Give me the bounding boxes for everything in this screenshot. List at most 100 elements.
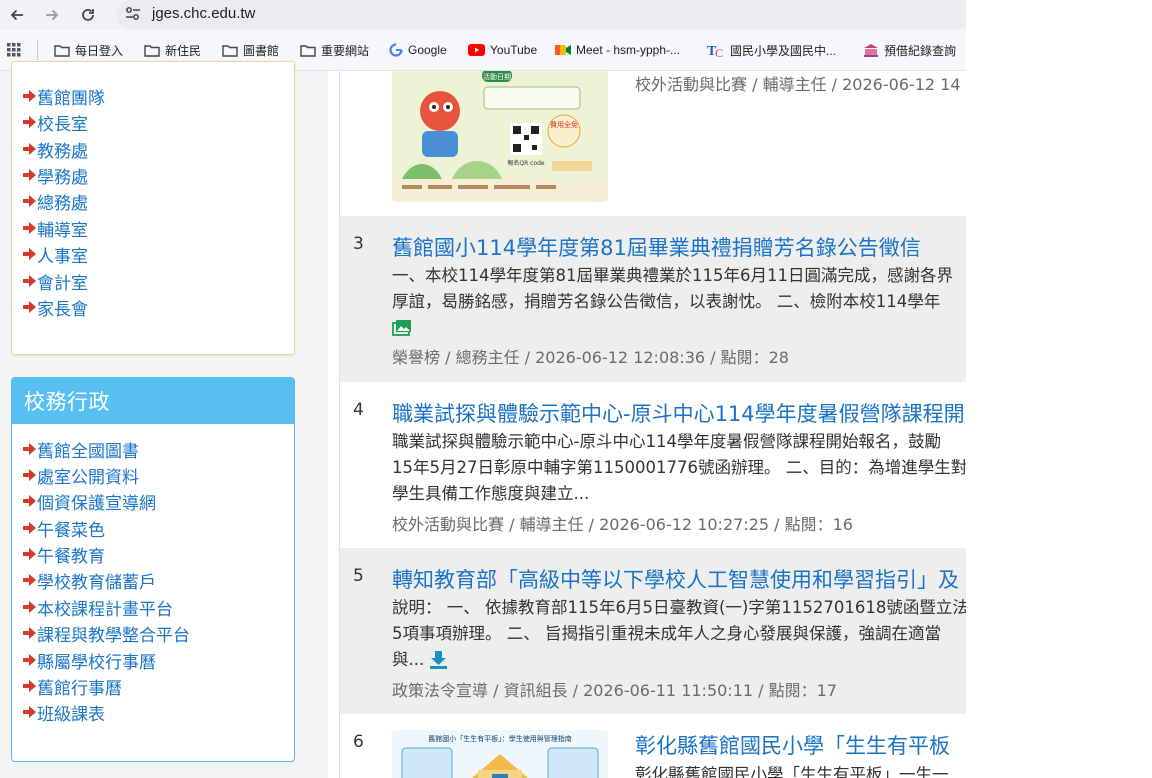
side-link-counseling[interactable]: 輔導室: [23, 215, 88, 241]
side-link-curriculum-plan[interactable]: 本校課程計畫平台: [23, 594, 173, 620]
side-link-county-calendar[interactable]: 縣屬學校行事曆: [23, 647, 156, 673]
bookmark-youtube[interactable]: YouTube: [468, 40, 537, 60]
red-arrow-icon: [23, 522, 36, 534]
news-snippet-line: 說明： 一、 依據教育部115年6月5日臺教資(一)字第1152701618號函…: [392, 598, 966, 617]
address-bar: jges.chc.edu.tw: [0, 0, 966, 30]
link-text: 家長會: [37, 299, 88, 320]
link-text: 校長室: [37, 114, 88, 135]
side-link-personnel[interactable]: 人事室: [23, 241, 88, 267]
reload-button[interactable]: [76, 3, 100, 27]
back-arrow-icon: [10, 9, 23, 21]
red-arrow-icon: [23, 275, 36, 287]
folder-icon: [222, 44, 238, 57]
news-number: 5: [353, 566, 364, 586]
side-link-national-library[interactable]: 舊館全國圖書: [23, 436, 139, 462]
news-snippet-line: 一、本校114學年度第81屆畢業典禮業於115年6月11日圓滿完成，感謝各界: [392, 266, 953, 285]
link-text: 縣屬學校行事曆: [37, 652, 156, 673]
link-text: 處室公開資料: [37, 467, 139, 488]
side-link-savings[interactable]: 學校教育儲蓄戶: [23, 567, 156, 593]
news-title-link[interactable]: 彰化縣舊館國民小學「生生有平板: [635, 730, 950, 760]
bookmark-label: 重要網站: [321, 43, 370, 58]
link-text: 午餐教育: [37, 546, 105, 567]
link-text: 人事室: [37, 246, 88, 267]
side-link-team[interactable]: 舊館團隊: [23, 83, 105, 109]
google-icon: [389, 43, 403, 57]
youtube-icon: [468, 44, 485, 56]
red-arrow-icon: [23, 222, 36, 234]
side-link-lunch-education[interactable]: 午餐教育: [23, 541, 105, 567]
link-text: 總務處: [37, 193, 88, 214]
side-link-principal[interactable]: 校長室: [23, 109, 88, 135]
red-arrow-icon: [23, 248, 36, 260]
image-attachment-icon[interactable]: [392, 319, 412, 336]
side-link-privacy[interactable]: 個資保護宣導網: [23, 488, 156, 514]
side-link-student-affairs[interactable]: 學務處: [23, 162, 88, 188]
download-icon[interactable]: [429, 651, 448, 669]
panel-title: 校務行政: [12, 378, 294, 424]
side-link-lunch-menu[interactable]: 午餐菜色: [23, 515, 105, 541]
bookmark-label: 國民小學及國民中...: [730, 43, 837, 58]
red-arrow-icon: [23, 143, 36, 155]
red-arrow-icon: [23, 169, 36, 181]
link-text: 課程與教學整合平台: [37, 625, 190, 646]
news-item: 3 舊館國小114學年度第81屆畢業典禮捐贈芳名錄公告徵信 一、本校114學年度…: [340, 216, 966, 382]
bookmark-new-residents[interactable]: 新住民: [144, 40, 201, 60]
news-title-link[interactable]: 舊館國小114學年度第81屆畢業典禮捐贈芳名錄公告徵信: [392, 232, 921, 262]
red-arrow-icon: [23, 601, 36, 613]
side-link-academic[interactable]: 教務處: [23, 136, 88, 162]
side-link-accounting[interactable]: 會計室: [23, 268, 88, 294]
site-settings-icon[interactable]: [124, 6, 142, 22]
bookmark-google[interactable]: Google: [389, 40, 447, 60]
link-text: 午餐菜色: [37, 520, 105, 541]
reload-icon: [82, 9, 94, 21]
url-field[interactable]: jges.chc.edu.tw: [116, 0, 966, 28]
bookmark-important-sites[interactable]: 重要網站: [300, 40, 369, 60]
link-text: 舊館行事曆: [37, 678, 122, 699]
bookmark-curriculum[interactable]: TC 國民小學及國民中...: [707, 40, 836, 60]
side-link-general-affairs[interactable]: 總務處: [23, 188, 88, 214]
red-arrow-icon: [23, 654, 36, 666]
link-text: 學務處: [37, 167, 88, 188]
bookmark-library[interactable]: 圖書館: [222, 40, 279, 60]
apps-grid-icon[interactable]: [7, 43, 21, 57]
side-link-class-timetable[interactable]: 班級課表: [23, 699, 105, 725]
side-link-school-calendar[interactable]: 舊館行事曆: [23, 673, 122, 699]
tc-icon: TC: [707, 44, 723, 58]
camp-poster-image: 活動日期 報名QR code 費用全免: [392, 71, 608, 202]
side-link-public-data[interactable]: 處室公開資料: [23, 462, 139, 488]
link-text: 舊館團隊: [37, 88, 105, 109]
side-link-teaching-platform[interactable]: 課程與教學整合平台: [23, 620, 190, 646]
tablet-guide-poster-image: 舊館國小「生生有平板」：學生使用與管理指南: [392, 730, 608, 778]
bookmark-borrow-records[interactable]: 預借紀錄查詢: [863, 40, 956, 60]
folder-icon: [300, 44, 316, 57]
link-text: 班級課表: [37, 704, 105, 725]
red-arrow-icon: [23, 706, 36, 718]
bookmark-meet[interactable]: Meet - hsm-ypph-...: [555, 40, 680, 60]
news-title-link[interactable]: 職業試探與體驗示範中心-原斗中心114學年度暑假營隊課程開: [392, 398, 965, 428]
news-thumbnail[interactable]: 活動日期 報名QR code 費用全免: [392, 71, 608, 202]
bookmark-label: 預借紀錄查詢: [884, 43, 957, 58]
news-item: 4 職業試探與體驗示範中心-原斗中心114學年度暑假營隊課程開 職業試探與體驗示…: [340, 382, 966, 548]
news-number: 3: [353, 234, 364, 254]
browser-window: jges.chc.edu.tw 每日登入 新住民 圖書館 重要網站 Google: [0, 0, 966, 778]
back-button[interactable]: [5, 3, 29, 27]
news-item: 6 舊館國小「生生有平板」：學生使用與管理指南 彰化縣舊館國民小學「生生有平板 …: [340, 714, 966, 778]
bookmark-daily-login[interactable]: 每日登入: [54, 40, 123, 60]
news-meta: 政策法令宣導 / 資訊組長 / 2026-06-11 11:50:11 / 點閱…: [392, 681, 837, 700]
sidebar: 舊館團隊 校長室 教務處 學務處 總務處 輔導室 人事室 會計室 家長會 校務行…: [0, 61, 328, 778]
red-arrow-icon: [23, 574, 36, 586]
link-text: 本校課程計畫平台: [37, 599, 173, 620]
news-item: 活動日期 報名QR code 費用全免 校外活動與比賽 / 輔導主任 / 202…: [340, 71, 966, 216]
forward-button[interactable]: [40, 3, 64, 27]
news-meta: 校外活動與比賽 / 輔導主任 / 2026-06-12 10:27:25 / 點…: [392, 515, 853, 534]
forward-arrow-icon: [46, 9, 59, 21]
red-arrow-icon: [23, 469, 36, 481]
meet-icon: [555, 45, 571, 55]
red-arrow-icon: [23, 90, 36, 102]
side-link-parents[interactable]: 家長會: [23, 294, 88, 320]
news-thumbnail[interactable]: 舊館國小「生生有平板」：學生使用與管理指南: [392, 730, 608, 778]
poster-free-label: 費用全免: [550, 120, 578, 129]
news-title-link[interactable]: 轉知教育部「高級中等以下學校人工智慧使用和學習指引」及: [392, 564, 959, 594]
bookmark-label: YouTube: [490, 43, 538, 57]
url-text: jges.chc.edu.tw: [152, 5, 256, 22]
